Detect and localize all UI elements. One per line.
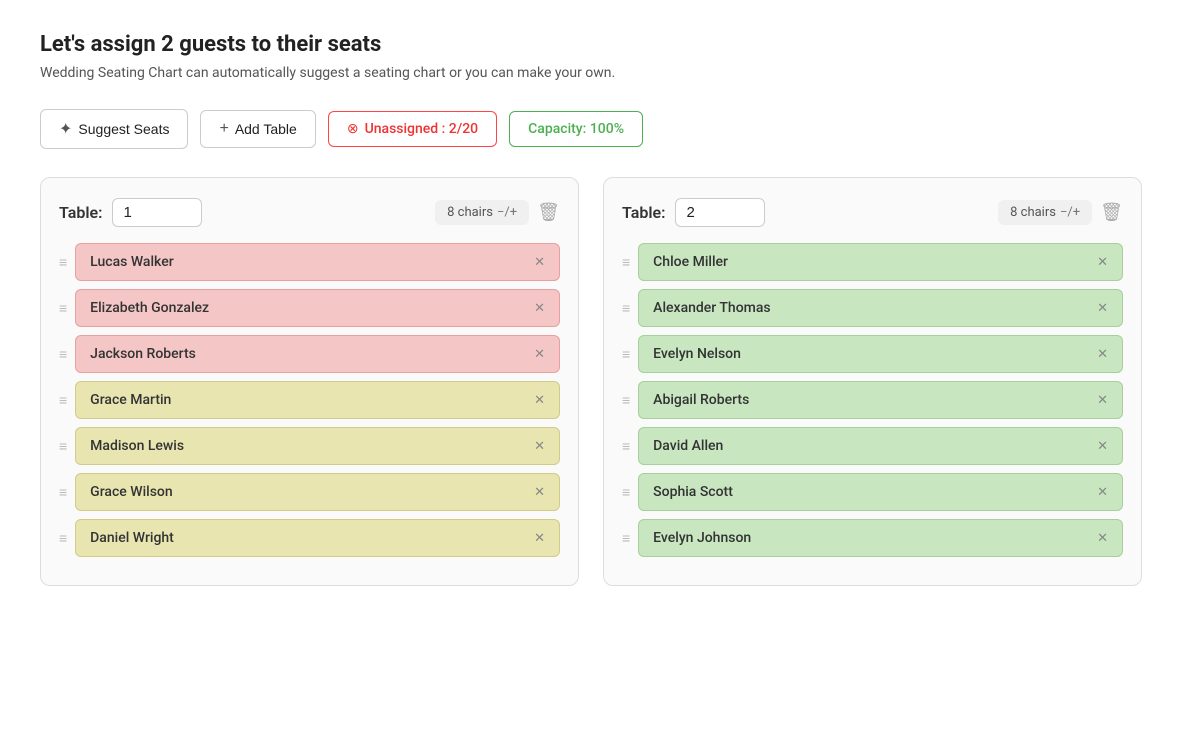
seat-chip: Chloe Miller ✕: [638, 243, 1123, 281]
seat-chip: Madison Lewis ✕: [75, 427, 560, 465]
drag-handle-icon[interactable]: ≡: [622, 484, 630, 501]
drag-handle-icon[interactable]: ≡: [59, 254, 67, 271]
remove-seat-button[interactable]: ✕: [534, 347, 545, 362]
chairs-adj-button[interactable]: −/+: [1060, 205, 1080, 220]
drag-handle-icon[interactable]: ≡: [622, 346, 630, 363]
seat-row: ≡ Lucas Walker ✕: [59, 243, 560, 281]
add-table-button[interactable]: + Add Table: [200, 110, 315, 148]
seat-row: ≡ Daniel Wright ✕: [59, 519, 560, 557]
chairs-count: 8 chairs: [447, 205, 493, 220]
chairs-count: 8 chairs: [1010, 205, 1056, 220]
table-name-input-1[interactable]: [112, 198, 202, 227]
seat-name: Evelyn Nelson: [653, 346, 1091, 362]
seat-chip: Jackson Roberts ✕: [75, 335, 560, 373]
seat-row: ≡ Madison Lewis ✕: [59, 427, 560, 465]
drag-handle-icon[interactable]: ≡: [59, 346, 67, 363]
sparkle-icon: ✦: [59, 119, 72, 139]
drag-handle-icon[interactable]: ≡: [622, 300, 630, 317]
seat-chip: Grace Wilson ✕: [75, 473, 560, 511]
remove-seat-button[interactable]: ✕: [534, 439, 545, 454]
remove-seat-button[interactable]: ✕: [534, 485, 545, 500]
seat-name: Sophia Scott: [653, 484, 1091, 500]
tables-container: Table: 8 chairs −/+ 🗑 ≡ Lucas Walker ✕ ≡ Elizab…: [40, 177, 1142, 586]
seat-chip: Abigail Roberts ✕: [638, 381, 1123, 419]
drag-handle-icon[interactable]: ≡: [622, 438, 630, 455]
chairs-badge-2: 8 chairs −/+: [998, 200, 1092, 225]
seat-chip: Evelyn Nelson ✕: [638, 335, 1123, 373]
seat-row: ≡ Grace Martin ✕: [59, 381, 560, 419]
drag-handle-icon[interactable]: ≡: [59, 484, 67, 501]
seat-chip: Evelyn Johnson ✕: [638, 519, 1123, 557]
chairs-adj-button[interactable]: −/+: [497, 205, 517, 220]
remove-seat-button[interactable]: ✕: [534, 301, 545, 316]
page-title: Let's assign 2 guests to their seats: [40, 32, 1142, 57]
drag-handle-icon[interactable]: ≡: [59, 438, 67, 455]
remove-seat-button[interactable]: ✕: [534, 393, 545, 408]
table-name-input-2[interactable]: [675, 198, 765, 227]
remove-seat-button[interactable]: ✕: [534, 255, 545, 270]
capacity-badge: Capacity: 100%: [509, 111, 643, 147]
chairs-badge-1: 8 chairs −/+: [435, 200, 529, 225]
seat-chip: Elizabeth Gonzalez ✕: [75, 289, 560, 327]
remove-seat-button[interactable]: ✕: [1097, 301, 1108, 316]
seat-name: Evelyn Johnson: [653, 530, 1091, 546]
drag-handle-icon[interactable]: ≡: [622, 392, 630, 409]
seat-name: Lucas Walker: [90, 254, 528, 270]
drag-handle-icon[interactable]: ≡: [59, 392, 67, 409]
remove-seat-button[interactable]: ✕: [1097, 485, 1108, 500]
seat-row: ≡ Evelyn Johnson ✕: [622, 519, 1123, 557]
seat-row: ≡ Elizabeth Gonzalez ✕: [59, 289, 560, 327]
remove-seat-button[interactable]: ✕: [534, 531, 545, 546]
table-card-2: Table: 8 chairs −/+ 🗑 ≡ Chloe Miller ✕ ≡ Alexan…: [603, 177, 1142, 586]
drag-handle-icon[interactable]: ≡: [622, 530, 630, 547]
drag-handle-icon[interactable]: ≡: [59, 530, 67, 547]
seat-row: ≡ Chloe Miller ✕: [622, 243, 1123, 281]
seat-name: Chloe Miller: [653, 254, 1091, 270]
delete-table-button-2[interactable]: 🗑: [1100, 202, 1123, 223]
seat-chip: Lucas Walker ✕: [75, 243, 560, 281]
seat-row: ≡ Abigail Roberts ✕: [622, 381, 1123, 419]
plus-icon: +: [219, 120, 228, 138]
remove-seat-button[interactable]: ✕: [1097, 255, 1108, 270]
seat-name: Elizabeth Gonzalez: [90, 300, 528, 316]
unassigned-badge: ⊗ Unassigned : 2/20: [328, 111, 497, 147]
seat-chip: David Allen ✕: [638, 427, 1123, 465]
table-card-1: Table: 8 chairs −/+ 🗑 ≡ Lucas Walker ✕ ≡ Elizab…: [40, 177, 579, 586]
seat-name: Grace Martin: [90, 392, 528, 408]
seat-name: Daniel Wright: [90, 530, 528, 546]
seat-name: Jackson Roberts: [90, 346, 528, 362]
seat-row: ≡ Alexander Thomas ✕: [622, 289, 1123, 327]
seat-chip: Alexander Thomas ✕: [638, 289, 1123, 327]
table-header-1: Table: 8 chairs −/+ 🗑: [59, 198, 560, 227]
remove-seat-button[interactable]: ✕: [1097, 393, 1108, 408]
seat-row: ≡ Jackson Roberts ✕: [59, 335, 560, 373]
seat-chip: Daniel Wright ✕: [75, 519, 560, 557]
seat-row: ≡ Sophia Scott ✕: [622, 473, 1123, 511]
table-header-2: Table: 8 chairs −/+ 🗑: [622, 198, 1123, 227]
seat-name: Alexander Thomas: [653, 300, 1091, 316]
seat-row: ≡ Evelyn Nelson ✕: [622, 335, 1123, 373]
seat-name: Grace Wilson: [90, 484, 528, 500]
seat-name: Madison Lewis: [90, 438, 528, 454]
drag-handle-icon[interactable]: ≡: [622, 254, 630, 271]
seat-name: Abigail Roberts: [653, 392, 1091, 408]
seat-chip: Grace Martin ✕: [75, 381, 560, 419]
remove-seat-button[interactable]: ✕: [1097, 347, 1108, 362]
seat-row: ≡ Grace Wilson ✕: [59, 473, 560, 511]
toolbar: ✦ Suggest Seats + Add Table ⊗ Unassigned…: [40, 109, 1142, 149]
table-label-1: Table:: [59, 203, 102, 222]
unassigned-icon: ⊗: [347, 121, 359, 137]
page-subtitle: Wedding Seating Chart can automatically …: [40, 65, 1142, 81]
seat-row: ≡ David Allen ✕: [622, 427, 1123, 465]
remove-seat-button[interactable]: ✕: [1097, 531, 1108, 546]
seat-chip: Sophia Scott ✕: [638, 473, 1123, 511]
remove-seat-button[interactable]: ✕: [1097, 439, 1108, 454]
delete-table-button-1[interactable]: 🗑: [537, 202, 560, 223]
drag-handle-icon[interactable]: ≡: [59, 300, 67, 317]
table-label-2: Table:: [622, 203, 665, 222]
suggest-seats-button[interactable]: ✦ Suggest Seats: [40, 109, 188, 149]
seat-name: David Allen: [653, 438, 1091, 454]
